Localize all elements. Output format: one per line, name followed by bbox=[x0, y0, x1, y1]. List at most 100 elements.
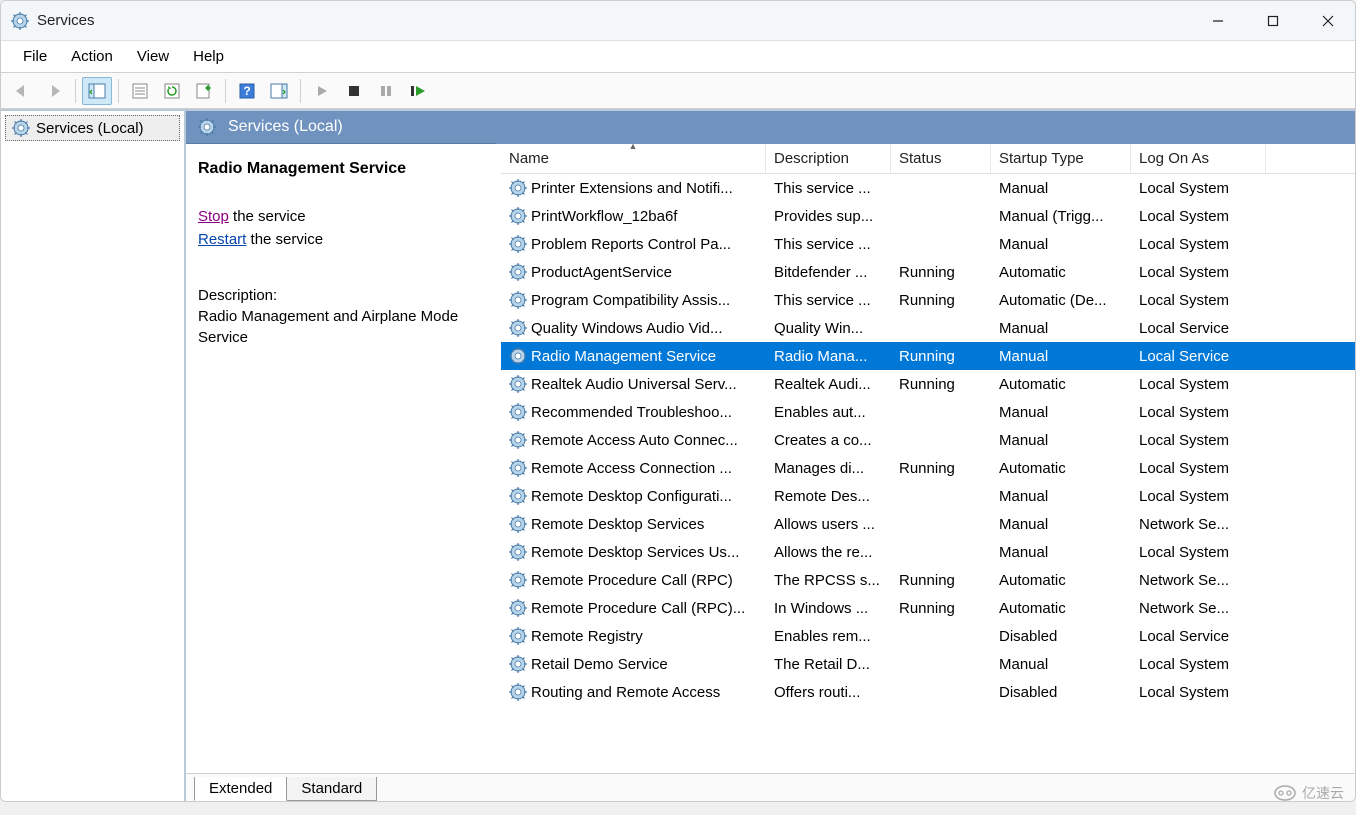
sort-indicator-icon: ▲ bbox=[629, 144, 638, 151]
service-startup: Manual bbox=[991, 318, 1131, 339]
restart-service-button[interactable] bbox=[403, 77, 433, 105]
service-logon: Network Se... bbox=[1131, 514, 1266, 535]
service-description: Enables aut... bbox=[766, 402, 891, 423]
pane-header-title: Services (Local) bbox=[228, 118, 343, 136]
service-status bbox=[891, 214, 991, 218]
service-description: Remote Des... bbox=[766, 486, 891, 507]
column-header-logon[interactable]: Log On As bbox=[1131, 144, 1266, 173]
service-description: This service ... bbox=[766, 290, 891, 311]
gear-icon bbox=[509, 263, 527, 281]
service-row[interactable]: Retail Demo ServiceThe Retail D...Manual… bbox=[501, 650, 1355, 678]
nav-forward-button[interactable] bbox=[39, 77, 69, 105]
service-row[interactable]: Remote Procedure Call (RPC)...In Windows… bbox=[501, 594, 1355, 622]
tree-item-services-local[interactable]: Services (Local) bbox=[5, 115, 180, 141]
service-startup: Disabled bbox=[991, 626, 1131, 647]
service-name: PrintWorkflow_12ba6f bbox=[531, 208, 677, 225]
service-status bbox=[891, 494, 991, 498]
service-row[interactable]: Remote RegistryEnables rem...DisabledLoc… bbox=[501, 622, 1355, 650]
gear-icon bbox=[509, 375, 527, 393]
gear-icon bbox=[509, 683, 527, 701]
service-startup: Manual bbox=[991, 654, 1131, 675]
service-row[interactable]: Remote Desktop Configurati...Remote Des.… bbox=[501, 482, 1355, 510]
gear-icon bbox=[509, 347, 527, 365]
service-description: Realtek Audi... bbox=[766, 374, 891, 395]
show-hide-console-button[interactable] bbox=[82, 77, 112, 105]
services-list: Name▲ Description Status Startup Type Lo… bbox=[501, 144, 1355, 773]
menu-action[interactable]: Action bbox=[59, 44, 125, 69]
maximize-button[interactable] bbox=[1245, 1, 1300, 41]
service-row[interactable]: Printer Extensions and Notifi...This ser… bbox=[501, 174, 1355, 202]
export-list-button[interactable] bbox=[189, 77, 219, 105]
service-startup: Manual bbox=[991, 542, 1131, 563]
service-logon: Local System bbox=[1131, 178, 1266, 199]
service-row[interactable]: Remote Desktop Services Us...Allows the … bbox=[501, 538, 1355, 566]
service-row[interactable]: Quality Windows Audio Vid...Quality Win.… bbox=[501, 314, 1355, 342]
minimize-button[interactable] bbox=[1190, 1, 1245, 41]
service-row[interactable]: PrintWorkflow_12ba6fProvides sup...Manua… bbox=[501, 202, 1355, 230]
services-list-scroll[interactable]: Name▲ Description Status Startup Type Lo… bbox=[501, 144, 1355, 773]
service-logon: Local Service bbox=[1131, 318, 1266, 339]
pane-header: Services (Local) bbox=[186, 111, 496, 144]
service-row[interactable]: Radio Management ServiceRadio Mana...Run… bbox=[501, 342, 1355, 370]
service-status: Running bbox=[891, 458, 991, 479]
tab-extended[interactable]: Extended bbox=[194, 777, 287, 801]
service-logon: Local System bbox=[1131, 290, 1266, 311]
right-pane: Services (Local) Radio Management Servic… bbox=[186, 111, 1355, 801]
service-row[interactable]: Program Compatibility Assis...This servi… bbox=[501, 286, 1355, 314]
service-startup: Disabled bbox=[991, 682, 1131, 703]
service-status: Running bbox=[891, 374, 991, 395]
refresh-button[interactable] bbox=[157, 77, 187, 105]
service-logon: Local System bbox=[1131, 682, 1266, 703]
service-row[interactable]: Problem Reports Control Pa...This servic… bbox=[501, 230, 1355, 258]
start-service-button[interactable] bbox=[307, 77, 337, 105]
menu-view[interactable]: View bbox=[125, 44, 181, 69]
column-header-startup[interactable]: Startup Type bbox=[991, 144, 1131, 173]
service-row[interactable]: Recommended Troubleshoo...Enables aut...… bbox=[501, 398, 1355, 426]
service-description: This service ... bbox=[766, 178, 891, 199]
service-name: Remote Desktop Services bbox=[531, 516, 704, 533]
properties-button[interactable] bbox=[125, 77, 155, 105]
gear-icon bbox=[509, 599, 527, 617]
service-logon: Local System bbox=[1131, 234, 1266, 255]
tab-standard[interactable]: Standard bbox=[286, 777, 377, 801]
help-button[interactable]: ? bbox=[232, 77, 262, 105]
service-row[interactable]: Remote Access Connection ...Manages di..… bbox=[501, 454, 1355, 482]
service-name: Retail Demo Service bbox=[531, 656, 668, 673]
restart-service-link[interactable]: Restart bbox=[198, 231, 246, 248]
menubar: File Action View Help bbox=[1, 41, 1355, 73]
app-icon bbox=[11, 12, 29, 30]
service-name: ProductAgentService bbox=[531, 264, 672, 281]
window-controls bbox=[1190, 1, 1355, 41]
stop-service-button[interactable] bbox=[339, 77, 369, 105]
menu-file[interactable]: File bbox=[11, 44, 59, 69]
column-header-status[interactable]: Status bbox=[891, 144, 991, 173]
stop-service-link[interactable]: Stop bbox=[198, 208, 229, 225]
column-header-description[interactable]: Description bbox=[766, 144, 891, 173]
gear-icon bbox=[509, 627, 527, 645]
service-name: Remote Procedure Call (RPC)... bbox=[531, 600, 745, 617]
service-row[interactable]: Realtek Audio Universal Serv...Realtek A… bbox=[501, 370, 1355, 398]
column-header-name[interactable]: Name▲ bbox=[501, 144, 766, 173]
main-content: Radio Management Service Stop the servic… bbox=[186, 144, 1355, 773]
service-startup: Manual bbox=[991, 514, 1131, 535]
menu-help[interactable]: Help bbox=[181, 44, 236, 69]
service-row[interactable]: ProductAgentServiceBitdefender ...Runnin… bbox=[501, 258, 1355, 286]
service-description: Creates a co... bbox=[766, 430, 891, 451]
service-row[interactable]: Remote Procedure Call (RPC)The RPCSS s..… bbox=[501, 566, 1355, 594]
action-suffix: the service bbox=[246, 231, 323, 248]
service-detail-panel: Radio Management Service Stop the servic… bbox=[186, 144, 501, 773]
action-pane-button[interactable] bbox=[264, 77, 294, 105]
service-row[interactable]: Remote Access Auto Connec...Creates a co… bbox=[501, 426, 1355, 454]
pause-service-button[interactable] bbox=[371, 77, 401, 105]
service-name: Remote Desktop Services Us... bbox=[531, 544, 739, 561]
service-row[interactable]: Routing and Remote AccessOffers routi...… bbox=[501, 678, 1355, 706]
close-button[interactable] bbox=[1300, 1, 1355, 41]
service-description: Enables rem... bbox=[766, 626, 891, 647]
service-startup: Automatic (De... bbox=[991, 290, 1131, 311]
nav-back-button[interactable] bbox=[7, 77, 37, 105]
service-status bbox=[891, 662, 991, 666]
service-status bbox=[891, 634, 991, 638]
service-actions: Stop the service Restart the service bbox=[198, 206, 489, 251]
watermark-text: 亿速云 bbox=[1302, 783, 1344, 803]
service-row[interactable]: Remote Desktop ServicesAllows users ...M… bbox=[501, 510, 1355, 538]
